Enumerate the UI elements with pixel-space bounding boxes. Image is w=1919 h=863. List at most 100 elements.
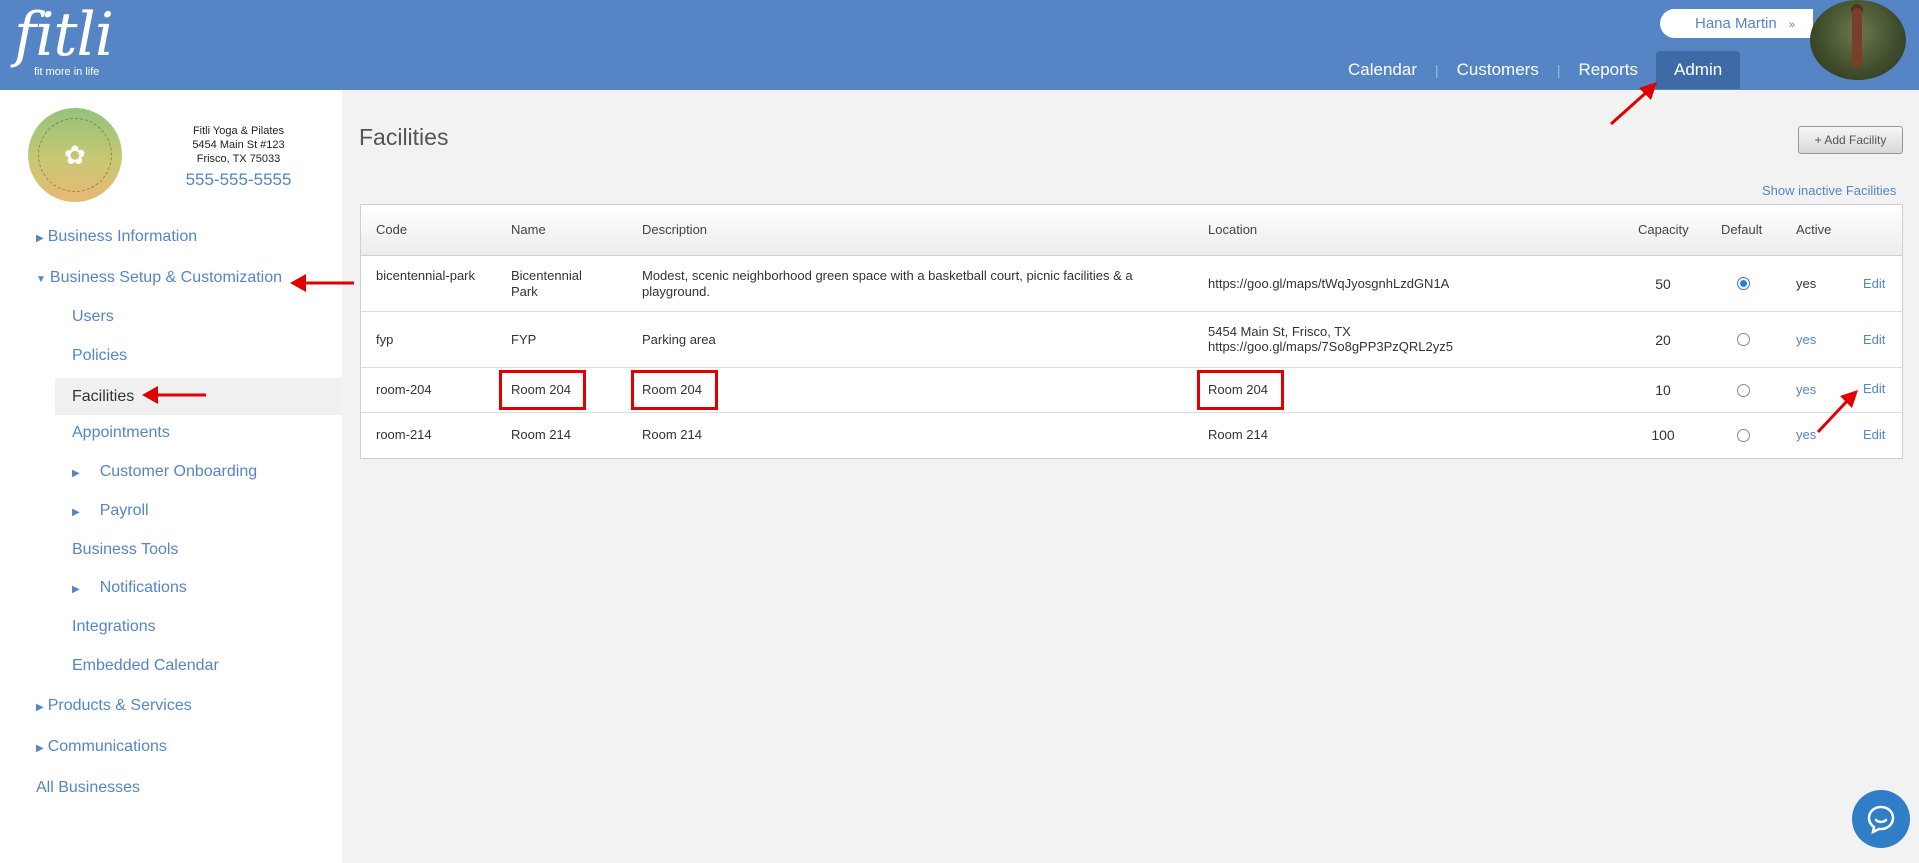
sidebar-item-all-businesses[interactable]: All Businesses <box>36 779 140 797</box>
chevron-down-icon: » <box>1788 19 1795 31</box>
user-menu[interactable]: Hana Martin » <box>1660 9 1813 38</box>
sidebar-item-payroll[interactable]: ▶ Payroll <box>72 502 149 520</box>
cell-name: FYP <box>511 332 537 347</box>
cell-capacity: 100 <box>1651 427 1675 443</box>
table-row: bicentennial-park Bicentennial Park Mode… <box>361 256 1902 312</box>
user-name: Hana Martin <box>1695 15 1777 32</box>
sidebar-item-label: Notifications <box>99 579 187 596</box>
nav-customers[interactable]: Customers <box>1439 51 1557 89</box>
cell-location: Room 204 <box>1208 382 1268 397</box>
cell-code: room-214 <box>376 427 432 442</box>
logo-tagline: fit more in life <box>34 66 100 78</box>
col-code: Code <box>376 222 408 237</box>
caret-right-icon: ▶ <box>72 468 80 479</box>
show-inactive-link[interactable]: Show inactive Facilities <box>1762 183 1896 198</box>
default-radio[interactable] <box>1737 429 1750 442</box>
sidebar-item-label: Communications <box>47 738 167 755</box>
edit-link[interactable]: Edit <box>1863 427 1885 443</box>
business-phone[interactable]: 555-555-5555 <box>170 168 307 192</box>
logo-word: fitli <box>14 0 114 70</box>
sidebar-item-products-services[interactable]: ▶ Products & Services <box>36 697 192 715</box>
sidebar-item-business-information[interactable]: ▶ Business Information <box>36 228 197 246</box>
lotus-icon: ✿ <box>64 140 86 170</box>
top-header: fitli fit more in life Hana Martin » Cal… <box>0 0 1919 90</box>
sidebar-item-label: Customer Onboarding <box>99 463 258 480</box>
caret-right-icon: ▶ <box>72 507 80 518</box>
chat-widget-button[interactable] <box>1852 790 1910 848</box>
table-row: room-214 Room 214 Room 214 Room 214 100 … <box>361 413 1902 458</box>
annotation-arrow-icon <box>142 386 206 404</box>
business-logo: ✿ <box>28 108 122 202</box>
cell-name: Room 204 <box>511 382 571 397</box>
sidebar-item-embedded-calendar[interactable]: Embedded Calendar <box>72 657 219 675</box>
cell-capacity: 20 <box>1655 332 1671 348</box>
facilities-table: Code Name Description Location Capacity … <box>360 204 1903 459</box>
annotation-arrow-icon <box>1816 390 1858 434</box>
default-radio[interactable] <box>1737 333 1750 346</box>
cell-location: https://goo.gl/maps/tWqJyosgnhLzdGN1A <box>1208 276 1450 291</box>
caret-right-icon: ▶ <box>36 233 44 244</box>
table-row: room-204 Room 204 Room 204 Room 204 10 y… <box>361 368 1902 413</box>
sidebar-item-business-tools[interactable]: Business Tools <box>72 541 178 559</box>
cell-name: Room 214 <box>511 427 571 442</box>
caret-right-icon: ▶ <box>72 584 80 595</box>
business-name: Fitli Yoga & Pilates <box>192 125 285 137</box>
col-active: Active <box>1796 222 1832 237</box>
sidebar-item-label: Products & Services <box>47 697 192 714</box>
sidebar-item-label: Payroll <box>99 502 149 519</box>
sidebar-item-integrations[interactable]: Integrations <box>72 618 156 636</box>
page-title: Facilities <box>359 124 449 150</box>
cell-capacity: 50 <box>1655 276 1671 292</box>
caret-right-icon: ▶ <box>36 743 44 754</box>
sidebar-item-business-setup[interactable]: ▼ Business Setup & Customization <box>36 269 282 287</box>
sidebar-item-communications[interactable]: ▶ Communications <box>36 738 167 756</box>
cell-location: 5454 Main St, Frisco, TX <box>1208 324 1351 339</box>
table-header: Code Name Description Location Capacity … <box>361 205 1902 256</box>
edit-link[interactable]: Edit <box>1863 276 1885 292</box>
cell-code: bicentennial-park <box>376 268 476 283</box>
col-capacity: Capacity <box>1638 222 1689 237</box>
cell-active[interactable]: yes <box>1796 332 1816 348</box>
col-name: Name <box>511 222 546 237</box>
cell-name: Bicentennial Park <box>511 268 582 299</box>
business-address-2: Frisco, TX 75033 <box>196 153 281 165</box>
sidebar-item-users[interactable]: Users <box>72 308 114 326</box>
cell-code: room-204 <box>376 382 432 397</box>
sidebar-item-label: Business Information <box>47 228 198 245</box>
business-address-1: 5454 Main St #123 <box>192 139 285 151</box>
cell-location: Room 214 <box>1208 427 1268 442</box>
annotation-arrow-icon <box>1609 82 1657 126</box>
default-radio[interactable] <box>1737 384 1750 397</box>
table-row: fyp FYP Parking area 5454 Main St, Frisc… <box>361 312 1902 368</box>
edit-link[interactable]: Edit <box>1863 332 1885 348</box>
cell-capacity: 10 <box>1655 382 1671 398</box>
caret-right-icon: ▶ <box>36 702 44 713</box>
cell-description: Modest, scenic neighborhood green space … <box>642 268 1133 299</box>
default-radio[interactable] <box>1737 277 1750 290</box>
col-location: Location <box>1208 222 1258 237</box>
cell-location-url: https://goo.gl/maps/7So8gPP3PzQRL2yz5 <box>1208 339 1453 354</box>
avatar[interactable] <box>1810 0 1906 80</box>
cell-active: yes <box>1796 276 1817 291</box>
edit-link[interactable]: Edit <box>1863 381 1885 397</box>
cell-description: Room 214 <box>642 427 702 442</box>
fitli-logo[interactable]: fitli fit more in life <box>14 0 114 78</box>
chat-icon <box>1867 805 1895 834</box>
annotation-arrow-icon <box>290 274 354 292</box>
nav-admin[interactable]: Admin <box>1656 51 1741 89</box>
caret-down-icon: ▼ <box>36 274 46 285</box>
cell-description: Room 204 <box>642 382 702 397</box>
sidebar-item-label: Business Setup & Customization <box>49 269 283 286</box>
col-description: Description <box>642 222 708 237</box>
sidebar-item-policies[interactable]: Policies <box>72 347 127 365</box>
add-facility-button[interactable]: + Add Facility <box>1798 126 1903 154</box>
sidebar-item-customer-onboarding[interactable]: ▶ Customer Onboarding <box>72 463 257 481</box>
avatar-figure-shape <box>1852 8 1862 68</box>
sidebar: ✿ Fitli Yoga & Pilates 5454 Main St #123… <box>0 90 342 863</box>
sidebar-item-notifications[interactable]: ▶ Notifications <box>72 579 187 597</box>
sidebar-item-appointments[interactable]: Appointments <box>72 424 170 442</box>
nav-calendar[interactable]: Calendar <box>1330 51 1435 89</box>
main-nav: Calendar | Customers | Reports Admin <box>1330 51 1741 89</box>
cell-description: Parking area <box>642 332 716 347</box>
cell-code: fyp <box>376 332 394 347</box>
